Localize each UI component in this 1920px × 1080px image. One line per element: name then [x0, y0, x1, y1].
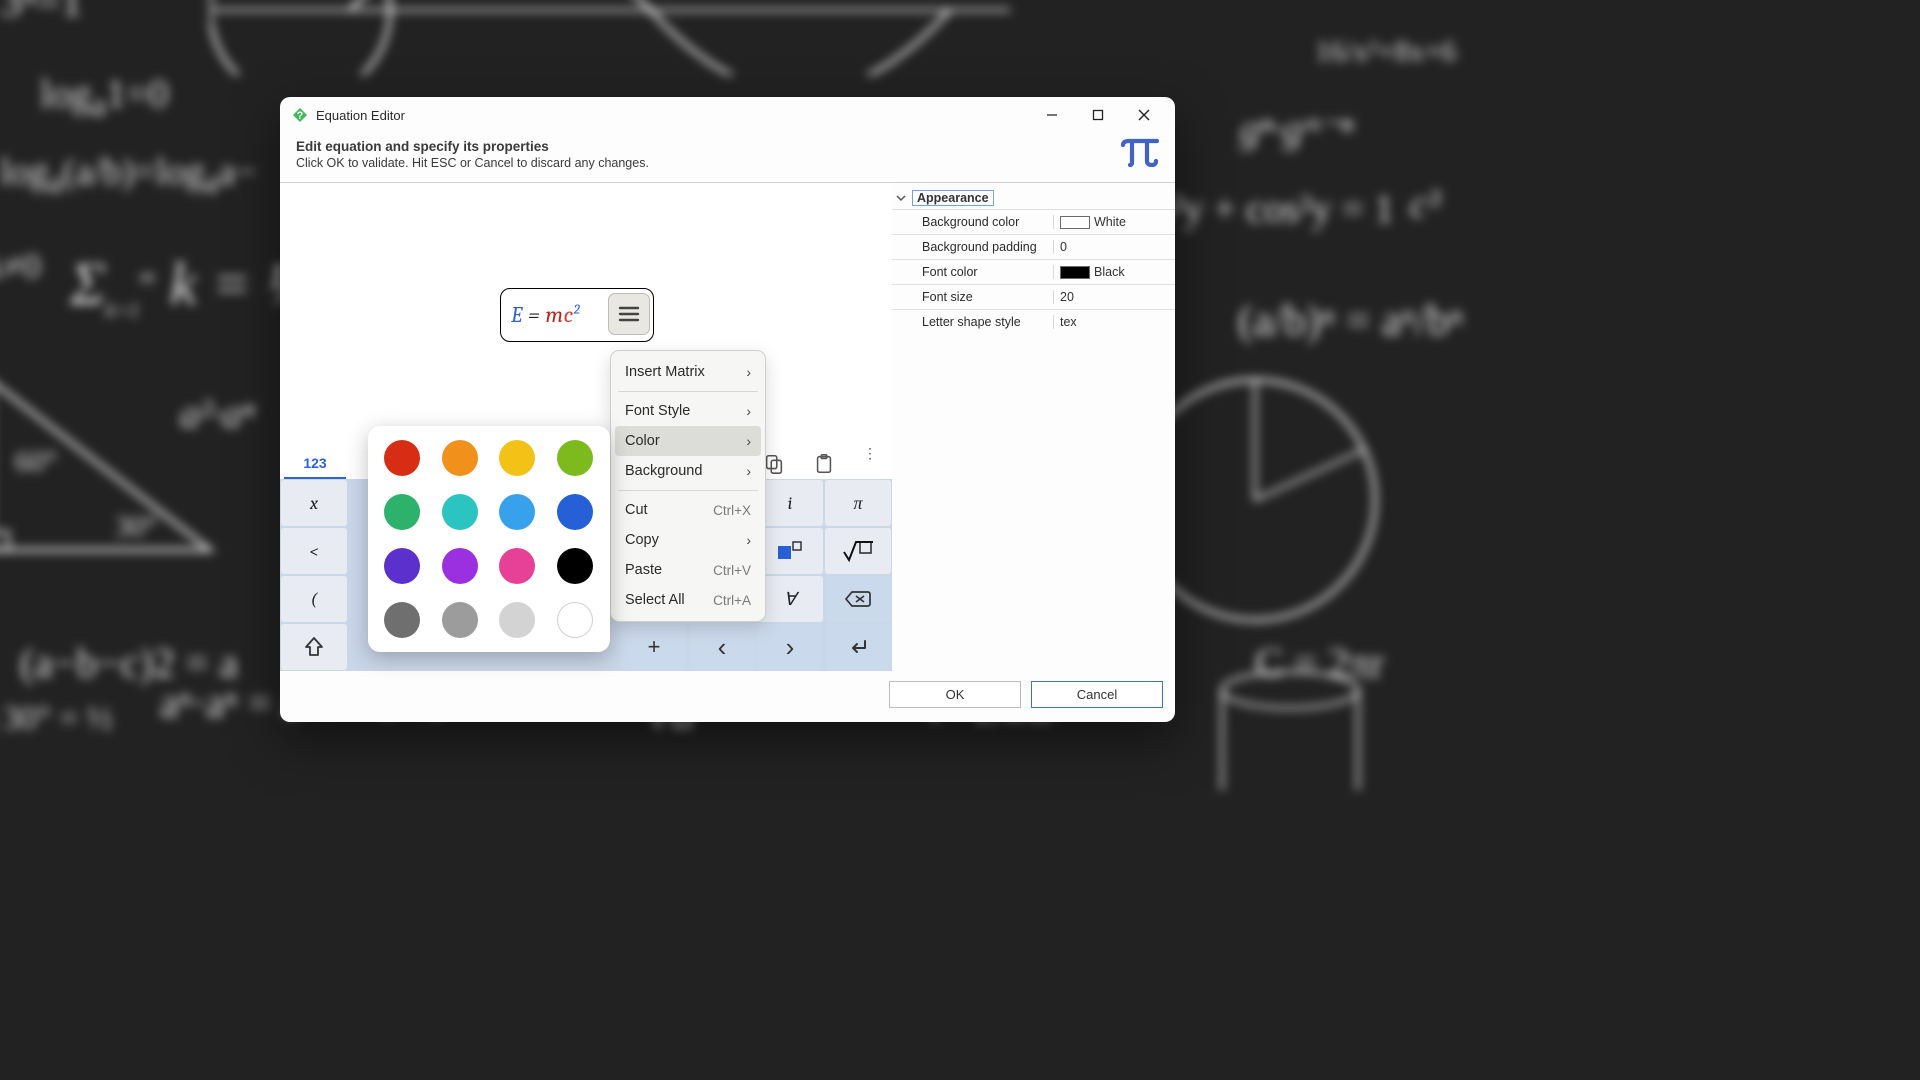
keypad-more-icon[interactable]: ⋮ — [863, 445, 876, 475]
menu-separator — [618, 490, 758, 491]
key-forall[interactable]: ∀ — [757, 576, 823, 622]
titlebar[interactable]: ? Equation Editor — [280, 97, 1175, 133]
key-plus[interactable]: + — [621, 624, 687, 670]
menu-select-all[interactable]: Select AllCtrl+A — [615, 585, 761, 615]
color-swatch[interactable] — [442, 494, 478, 530]
menu-background[interactable]: Background› — [615, 456, 761, 486]
prop-value[interactable]: 0 — [1054, 240, 1175, 254]
color-swatch[interactable] — [499, 494, 535, 530]
minimize-button[interactable] — [1029, 99, 1075, 131]
prop-name: Background color — [892, 215, 1054, 229]
dialog-subtitle: Click OK to validate. Hit ESC or Cancel … — [296, 156, 1119, 170]
menu-cut[interactable]: CutCtrl+X — [615, 495, 761, 525]
appearance-label: Appearance — [912, 190, 994, 206]
prop-row-font-size[interactable]: Font size20 — [892, 284, 1175, 309]
color-swatch[interactable] — [557, 548, 593, 584]
color-swatch[interactable] — [384, 548, 420, 584]
copy-icon[interactable] — [763, 453, 785, 475]
equation-context-menu: Insert Matrix› Font Style› Color› Backgr… — [610, 350, 766, 622]
prop-value[interactable]: White — [1054, 215, 1175, 229]
prop-value[interactable]: 20 — [1054, 290, 1175, 304]
dialog-footer: OK Cancel — [280, 671, 1175, 722]
color-swatch[interactable] — [557, 602, 593, 638]
svg-text:?: ? — [297, 110, 304, 122]
prop-name: Letter shape style — [892, 315, 1054, 329]
key-left-arrow[interactable]: ‹ — [689, 624, 755, 670]
prop-name: Font color — [892, 265, 1054, 279]
chevron-right-icon: › — [746, 463, 751, 479]
color-swatch[interactable] — [384, 494, 420, 530]
menu-separator — [618, 391, 758, 392]
prop-row-background-color[interactable]: Background colorWhite — [892, 209, 1175, 234]
pi-icon — [1119, 137, 1159, 167]
key-sqrt-template[interactable] — [825, 528, 891, 574]
key-right-arrow[interactable]: › — [757, 624, 823, 670]
key-imaginary-i[interactable]: i — [757, 480, 823, 526]
paste-icon[interactable] — [813, 453, 835, 475]
color-swatch[interactable] — [442, 548, 478, 584]
key-backspace[interactable] — [825, 576, 891, 622]
color-swatch[interactable] — [442, 602, 478, 638]
color-swatch[interactable] — [384, 440, 420, 476]
menu-font-style[interactable]: Font Style› — [615, 396, 761, 426]
prop-value[interactable]: tex — [1054, 315, 1175, 329]
chevron-right-icon: › — [746, 364, 751, 380]
color-swatch[interactable] — [384, 602, 420, 638]
prop-value[interactable]: Black — [1054, 265, 1175, 279]
key-x[interactable]: x — [281, 480, 347, 526]
dialog-header: Edit equation and specify its properties… — [280, 133, 1175, 182]
maximize-button[interactable] — [1075, 99, 1121, 131]
color-swatch-icon — [1060, 266, 1090, 279]
prop-row-font-color[interactable]: Font colorBlack — [892, 259, 1175, 284]
prop-name: Background padding — [892, 240, 1054, 254]
menu-insert-matrix[interactable]: Insert Matrix› — [615, 357, 761, 387]
dialog-title: Edit equation and specify its properties — [296, 139, 1119, 154]
equation-menu-button[interactable] — [608, 293, 650, 335]
key-enter[interactable] — [825, 624, 891, 670]
appearance-section-header[interactable]: Appearance — [895, 190, 1175, 206]
key-less-than[interactable]: < — [281, 528, 347, 574]
prop-row-letter-shape-style[interactable]: Letter shape styletex — [892, 309, 1175, 334]
color-swatch[interactable] — [557, 494, 593, 530]
equation-canvas[interactable]: E = mc2 — [280, 183, 892, 449]
key-shift[interactable] — [281, 624, 347, 670]
key-pi[interactable]: π — [825, 480, 891, 526]
prop-row-background-padding[interactable]: Background padding0 — [892, 234, 1175, 259]
key-open-paren[interactable]: ( — [281, 576, 347, 622]
menu-color[interactable]: Color› — [615, 426, 761, 456]
hamburger-icon — [618, 305, 640, 323]
color-palette — [368, 426, 610, 652]
chevron-down-icon — [895, 192, 907, 204]
chevron-right-icon: › — [746, 433, 751, 449]
color-swatch[interactable] — [499, 440, 535, 476]
ok-button[interactable]: OK — [889, 681, 1021, 708]
color-swatch[interactable] — [499, 602, 535, 638]
key-square-template[interactable] — [757, 528, 823, 574]
color-swatch[interactable] — [442, 440, 478, 476]
close-button[interactable] — [1121, 99, 1167, 131]
window-title: Equation Editor — [316, 108, 1029, 123]
color-swatch-icon — [1060, 216, 1090, 229]
chevron-right-icon: › — [746, 532, 751, 548]
cancel-button[interactable]: Cancel — [1031, 681, 1163, 708]
chevron-right-icon: › — [746, 403, 751, 419]
menu-copy[interactable]: Copy› — [615, 525, 761, 555]
app-icon: ? — [292, 107, 308, 123]
prop-name: Font size — [892, 290, 1054, 304]
equation-content: E = mc2 — [511, 302, 580, 328]
properties-pane: Appearance Background colorWhiteBackgrou… — [892, 183, 1175, 671]
color-swatch[interactable] — [557, 440, 593, 476]
color-swatch[interactable] — [499, 548, 535, 584]
menu-paste[interactable]: PasteCtrl+V — [615, 555, 761, 585]
tab-123[interactable]: 123 — [284, 449, 346, 479]
